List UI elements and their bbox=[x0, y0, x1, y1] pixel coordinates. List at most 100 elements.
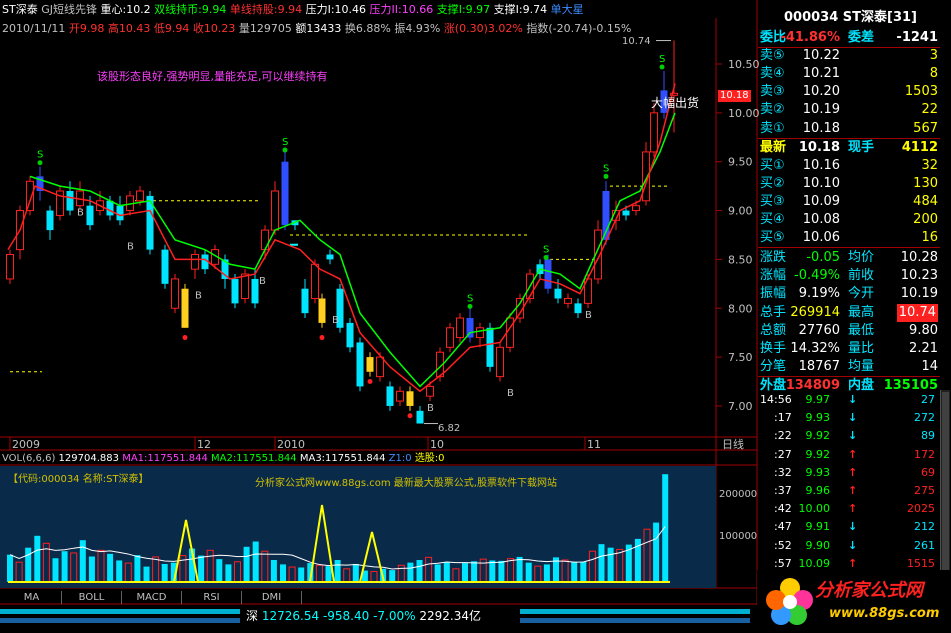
quote-label-13: 涨幅 bbox=[760, 268, 787, 284]
buy-signal-5: B bbox=[427, 403, 434, 414]
candle-body-49 bbox=[496, 346, 504, 378]
tab-rsi[interactable]: RSI bbox=[182, 591, 242, 604]
quote-value-11: 10.06 bbox=[802, 230, 840, 246]
candle-body-37 bbox=[376, 356, 384, 378]
quote-label-9: 买③ bbox=[760, 193, 785, 209]
quote-separator-11 bbox=[758, 247, 940, 249]
volume-bar-50 bbox=[462, 563, 468, 582]
tick-volume-4: 69 bbox=[921, 465, 935, 479]
indicator-value-4: 压力II:10.66 bbox=[366, 3, 434, 16]
red-dot-0 bbox=[182, 335, 188, 341]
tick-row-1: :17 9.93 ↓ 272 bbox=[760, 410, 935, 426]
candlesticks bbox=[6, 40, 678, 424]
sell-dot-2 bbox=[467, 303, 473, 309]
tick-arrow-7: ↓ bbox=[848, 520, 858, 534]
bar-open: 开9.98 bbox=[68, 22, 105, 35]
tick-row-5: :37 9.96 ↑ 275 bbox=[760, 483, 935, 499]
candle-body-56 bbox=[564, 297, 572, 304]
tick-price-8: 9.90 bbox=[805, 538, 831, 552]
status-bar: 深 12726.54 -958.40 -7.00% 2292.34亿 bbox=[0, 605, 757, 633]
volume-bar-45 bbox=[416, 560, 423, 582]
tab-ma[interactable]: MA bbox=[2, 591, 62, 604]
tick-volume-2: 89 bbox=[921, 429, 935, 443]
indicator-name: GJ短线先锋 bbox=[41, 3, 97, 16]
market-amount: 2292.34亿 bbox=[419, 609, 481, 623]
candle-body-0 bbox=[6, 254, 14, 280]
tick-time-2: :22 bbox=[774, 429, 792, 443]
tick-volume-3: 172 bbox=[914, 447, 935, 461]
quote-value2-15: 10.74 bbox=[896, 303, 938, 322]
date-tick-3: 10 bbox=[430, 438, 444, 451]
candle-body-42 bbox=[426, 385, 434, 397]
volume-bar-51 bbox=[471, 561, 478, 582]
status-progress-right bbox=[520, 609, 750, 614]
volume-bar-2 bbox=[25, 547, 32, 582]
sell-signal-2: S bbox=[467, 293, 473, 304]
volume-bar-65 bbox=[598, 544, 605, 582]
volume-ma3: MA3:117551.844 bbox=[299, 453, 386, 464]
tick-arrow-0: ↓ bbox=[848, 393, 858, 406]
volume-bar-63 bbox=[580, 561, 587, 582]
tick-arrow-6: ↑ bbox=[848, 502, 858, 516]
volume-ma1: MA1:117551.844 bbox=[122, 453, 208, 464]
candle-body-16 bbox=[171, 278, 179, 309]
sell-signal-3: S bbox=[543, 245, 549, 256]
candle-body-55 bbox=[554, 288, 562, 299]
quote-label-12: 涨跌 bbox=[760, 250, 787, 266]
quote-value2-6: 4112 bbox=[901, 139, 938, 155]
tab-boll[interactable]: BOLL bbox=[62, 591, 122, 604]
tick-price-7: 9.91 bbox=[805, 520, 831, 534]
volume-ma2: MA2:117551.844 bbox=[211, 453, 297, 464]
indicator-value-5: 支撑I:9.97 bbox=[433, 3, 491, 16]
volume-bar-72 bbox=[662, 474, 669, 582]
tick-scrollbar-thumb[interactable] bbox=[942, 392, 949, 572]
tab-dmi[interactable]: DMI bbox=[242, 591, 302, 604]
candle-body-47 bbox=[476, 327, 484, 339]
quote-value2-7: 32 bbox=[921, 157, 938, 173]
status-progress-left-2 bbox=[0, 618, 240, 623]
quote-value-6: 10.18 bbox=[798, 139, 840, 155]
quote-row-5: 卖① 10.18 567 bbox=[760, 120, 940, 138]
quote-label-16: 总额 bbox=[760, 322, 787, 338]
tick-arrow-8: ↓ bbox=[848, 538, 858, 552]
quote-row-11: 买⑤ 10.06 16 bbox=[760, 229, 940, 247]
tick-price-6: 10.00 bbox=[798, 502, 831, 516]
candle-body-27 bbox=[281, 161, 289, 226]
tick-price-0: 9.97 bbox=[805, 393, 831, 406]
volume-bar-15 bbox=[143, 566, 150, 582]
price-tick-label-0: 10.50 bbox=[728, 58, 760, 71]
date-tick-0: 2009 bbox=[12, 438, 40, 451]
tab-macd[interactable]: MACD bbox=[122, 591, 182, 604]
tick-arrow-5: ↑ bbox=[848, 484, 858, 497]
quote-value2-2: 8 bbox=[929, 66, 938, 82]
stock-analysis-window: { "header": { "stock": "ST深泰", "indicato… bbox=[0, 0, 951, 633]
quote-value-18: 18767 bbox=[798, 358, 840, 374]
logo-text: 分析家公式网 bbox=[815, 580, 923, 601]
timeframe-label[interactable]: 日线 bbox=[722, 438, 744, 451]
quote-label2-12: 均价 bbox=[848, 250, 875, 266]
volume-bar-35 bbox=[325, 566, 332, 582]
tick-price-5: 9.96 bbox=[805, 484, 831, 497]
tick-scrollbar[interactable] bbox=[940, 390, 950, 590]
quote-label2-6: 现手 bbox=[848, 139, 875, 155]
volume-bar-17 bbox=[161, 563, 168, 582]
tick-volume-7: 212 bbox=[914, 520, 935, 534]
candle-body-38 bbox=[386, 386, 394, 406]
quote-value2-13: 10.23 bbox=[900, 268, 938, 284]
volume-header: VOL(6,6,6) 129704.883 MA1:117551.844 MA2… bbox=[2, 453, 445, 465]
tick-row-7: :47 9.91 ↓ 212 bbox=[760, 519, 935, 535]
sell-dot-5 bbox=[659, 64, 665, 70]
sell-dot-1 bbox=[282, 147, 288, 153]
quote-value-15: 269914 bbox=[790, 304, 840, 320]
candle-body-31 bbox=[318, 298, 326, 323]
volume-bar-38 bbox=[352, 563, 359, 582]
candle-body-11 bbox=[116, 205, 124, 221]
volume-value: 129704.883 bbox=[58, 453, 119, 464]
candle-body-34 bbox=[346, 322, 354, 348]
market-index-summary[interactable]: 深 12726.54 -958.40 -7.00% 2292.34亿 bbox=[246, 609, 481, 623]
volume-bar-57 bbox=[525, 562, 532, 582]
volume-bar-23 bbox=[216, 559, 223, 582]
volume-bar-42 bbox=[389, 570, 396, 582]
volume-bar-62 bbox=[571, 562, 578, 582]
tick-time-1: :17 bbox=[774, 411, 792, 425]
